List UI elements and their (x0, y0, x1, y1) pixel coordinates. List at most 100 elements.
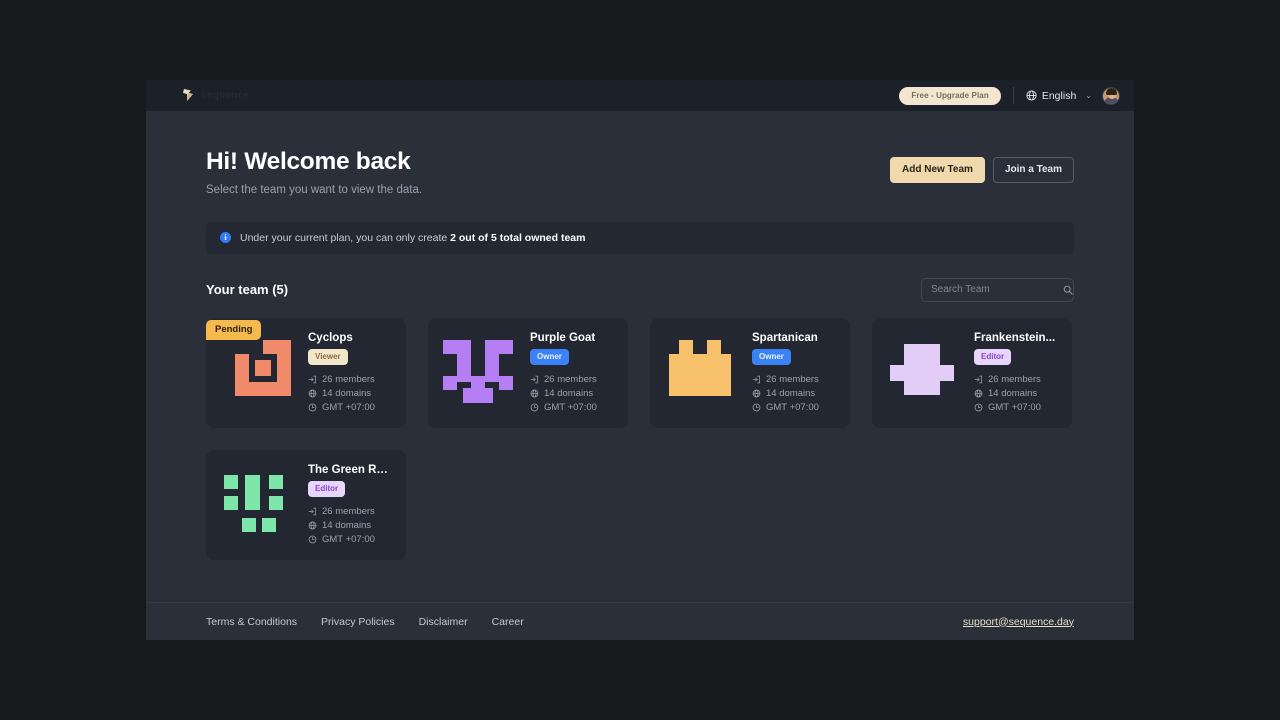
avatar-pixel (443, 376, 457, 391)
flag-logo-icon (182, 88, 195, 103)
add-new-team-button[interactable]: Add New Team (890, 157, 985, 183)
brand-logo[interactable]: sequence (182, 88, 250, 103)
meta-timezone-label: GMT +07:00 (322, 402, 375, 414)
avatar-pixel (263, 339, 291, 354)
footer-link[interactable]: Privacy Policies (321, 616, 395, 628)
meta-timezone-label: GMT +07:00 (322, 534, 375, 546)
meta-timezone: GMT +07:00 (308, 534, 394, 545)
hero-text: Hi! Welcome back Select the team you wan… (206, 148, 423, 196)
team-card-body: Spartanican Owner 26 members 14 domains GMT … (752, 332, 838, 413)
purple-goat-pixel-avatar (436, 331, 520, 415)
avatar-pixel (254, 359, 272, 377)
team-card[interactable]: Pending Cyclops Viewer 26 members 14 domains… (206, 317, 406, 428)
footer-link[interactable]: Career (492, 616, 524, 628)
avatar-pixel (707, 339, 721, 354)
footer-link[interactable]: Disclaimer (419, 616, 468, 628)
role-badge: Viewer (308, 349, 348, 366)
avatar-hair (1106, 87, 1117, 95)
members-login-icon (974, 375, 983, 384)
team-name: Cyclops (308, 332, 353, 345)
header-divider (1012, 87, 1014, 104)
avatar-pixel (223, 495, 238, 510)
meta-members-label: 26 members (766, 374, 819, 386)
main-content: Hi! Welcome back Select the team you wan… (146, 111, 1134, 602)
team-name: The Green Robo (308, 464, 394, 477)
support-email-link[interactable]: support@sequence.day (963, 616, 1074, 628)
role-badge: Editor (308, 481, 346, 498)
globe-icon (530, 389, 539, 398)
meta-members-label: 26 members (988, 374, 1041, 386)
avatar-pixel (462, 387, 494, 403)
avatar-pixel (244, 474, 261, 510)
frankenstein-pixel-avatar (880, 331, 964, 415)
avatar-pixel (242, 518, 256, 533)
team-name: Frankenstein... (974, 332, 1056, 345)
hero-row: Hi! Welcome back Select the team you wan… (206, 148, 1074, 196)
avatar-pixel (499, 376, 513, 391)
team-card-body: Frankenstein... Editor 26 members 14 domain… (974, 332, 1060, 413)
team-card[interactable]: Spartanican Owner 26 members 14 domains GMT … (650, 317, 850, 428)
page-footer: Terms & Conditions Privacy Policies Discla… (146, 602, 1134, 640)
join-a-team-button[interactable]: Join a Team (992, 157, 1074, 183)
avatar-pixel (268, 495, 283, 510)
meta-domains-label: 14 domains (766, 388, 816, 400)
meta-members: 26 members (308, 506, 394, 517)
members-login-icon (308, 375, 317, 384)
meta-timezone: GMT +07:00 (974, 402, 1060, 413)
footer-link[interactable]: Terms & Conditions (206, 616, 297, 628)
notice-text-bold: 2 out of 5 total owned team (450, 231, 586, 244)
globe-icon (752, 389, 761, 398)
meta-domains: 14 domains (974, 388, 1060, 399)
team-card-body: Cyclops Viewer 26 members 14 domains GMT +07… (308, 332, 394, 413)
team-card-body: The Green Robo Editor 26 members 14 domains… (308, 464, 394, 545)
team-meta: 26 members 14 domains GMT +07:00 (752, 374, 838, 413)
clock-icon (308, 403, 317, 412)
globe-icon (308, 521, 317, 530)
team-name: Spartanican (752, 332, 818, 345)
plan-limit-notice: i Under your current plan, you can only … (206, 221, 1074, 254)
meta-members: 26 members (530, 374, 616, 385)
notice-text-plain: Under your current plan, you can only cr… (240, 231, 451, 244)
meta-domains-label: 14 domains (322, 520, 372, 532)
avatar-pixel (705, 366, 720, 382)
members-login-icon (752, 375, 761, 384)
language-selector[interactable]: English ⌄ (1026, 90, 1092, 102)
meta-members-label: 26 members (544, 374, 597, 386)
team-card[interactable]: Frankenstein... Editor 26 members 14 domain… (872, 317, 1072, 428)
plan-limit-text: Under your current plan, you can only cr… (240, 232, 585, 244)
info-icon: i (220, 232, 231, 244)
avatar-pixel (268, 474, 283, 489)
meta-members: 26 members (308, 374, 394, 385)
meta-domains: 14 domains (308, 388, 394, 399)
teams-section-title: Your team (5) (206, 282, 289, 298)
brand-name: sequence (201, 90, 250, 101)
team-card[interactable]: The Green Robo Editor 26 members 14 domains… (206, 449, 406, 560)
search-input[interactable] (931, 284, 1063, 296)
avatar-pixel (683, 366, 698, 382)
search-team-box[interactable] (921, 277, 1074, 302)
footer-links: Terms & Conditions Privacy Policies Discla… (206, 616, 524, 628)
avatar-pixel (889, 365, 955, 381)
members-login-icon (308, 507, 317, 516)
page-subtitle: Select the team you want to view the dat… (206, 183, 423, 196)
team-meta: 26 members 14 domains GMT +07:00 (308, 374, 394, 413)
team-meta: 26 members 14 domains GMT +07:00 (974, 374, 1060, 413)
page-title: Hi! Welcome back (206, 148, 411, 175)
meta-timezone: GMT +07:00 (752, 402, 838, 413)
team-name: Purple Goat (530, 332, 596, 345)
globe-icon (1026, 90, 1037, 101)
meta-domains-label: 14 domains (988, 388, 1038, 400)
role-badge: Owner (530, 349, 569, 366)
upgrade-plan-pill[interactable]: Free - Upgrade Plan (899, 86, 1001, 105)
meta-members-label: 26 members (322, 374, 375, 386)
avatar-pixel (223, 474, 238, 489)
meta-members: 26 members (974, 374, 1060, 385)
green-robo-pixel-avatar (214, 463, 298, 547)
clock-icon (308, 535, 317, 544)
meta-domains-label: 14 domains (322, 388, 372, 400)
role-badge: Editor (974, 349, 1012, 366)
cyclops-pixel-avatar (214, 331, 298, 415)
clock-icon (530, 403, 539, 412)
team-card[interactable]: Purple Goat Owner 26 members 14 domains GMT … (428, 317, 628, 428)
avatar[interactable] (1102, 86, 1120, 105)
